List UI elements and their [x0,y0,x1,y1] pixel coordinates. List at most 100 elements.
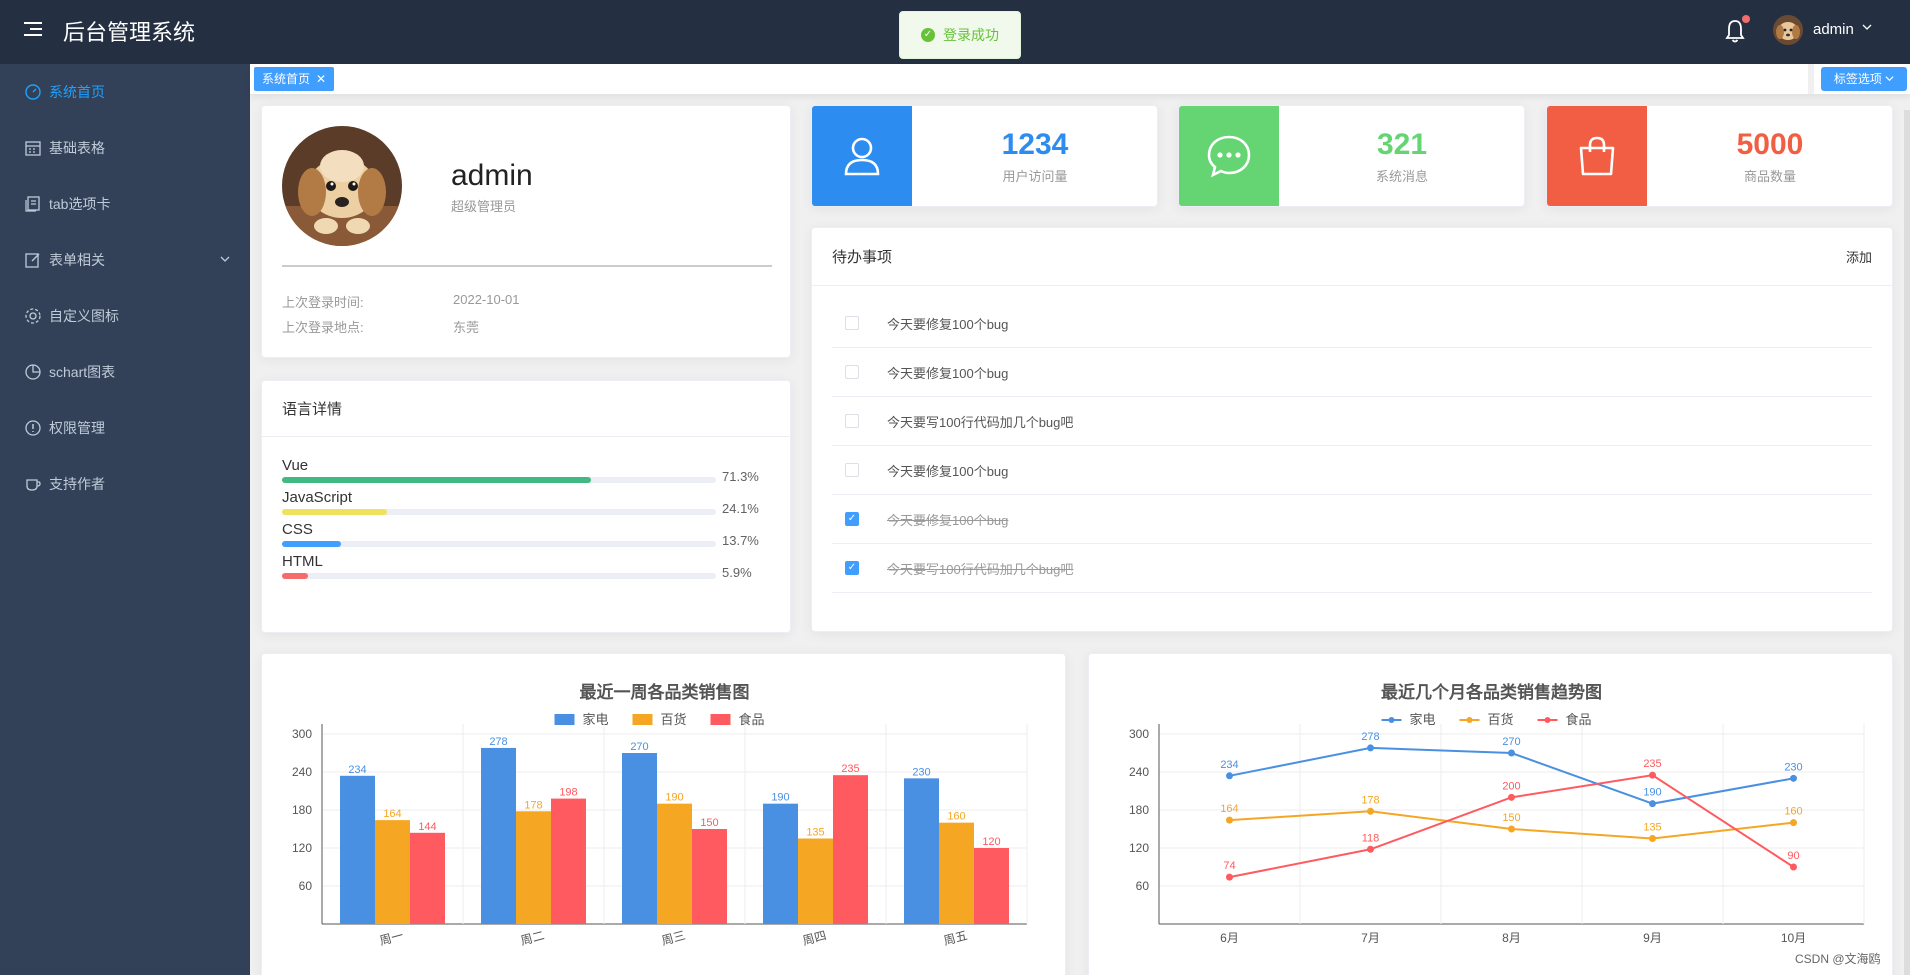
stat-card-messages: 321 系统消息 [1178,105,1525,207]
close-icon[interactable]: ✕ [316,67,326,91]
bar-data-label: 190 [771,792,789,804]
todo-item: 今天要修复100个bug [832,446,1872,495]
sidebar-item-1[interactable]: 基础表格 [0,120,250,176]
sidebar-item-2[interactable]: tab选项卡 [0,176,250,232]
legend-swatch [632,714,653,725]
todo-checkbox[interactable]: ✓ [845,512,859,526]
todo-title: 今天要修复100个bug [887,365,1009,381]
tab-options-label: 标签选项 [1833,72,1882,86]
legend-marker [1466,717,1473,723]
progress-fill [282,573,308,579]
line-data-label: 118 [1362,832,1380,844]
todo-checkbox[interactable] [845,463,859,477]
bar-食品-周四 [833,775,868,924]
card-header: 待办事项 添加 [812,228,1892,286]
last-login-time-label: 上次登录时间: [282,295,364,310]
todo-item: 今天要写100行代码加几个bug吧 [832,397,1872,446]
bar-百货-周一 [375,820,410,924]
bar-data-label: 120 [982,836,1000,848]
bar-百货-周四 [798,838,833,924]
legend-label: 家电 [583,712,609,727]
line-point [1226,873,1233,881]
bar-食品-周三 [692,829,727,924]
y-tick-label: 60 [299,879,313,893]
line-point [1649,835,1656,842]
bar-data-label: 164 [383,808,401,820]
sidebar-menu: 系统首页 基础表格 tab选项卡 表单相关自定义图标 schart图表 权限管理 支持作者 [0,64,250,975]
line-point [1649,800,1656,808]
x-tick-label: 周一 [378,928,405,948]
progress-fill [282,477,592,483]
chart-title: 最近一周各品类销售图 [580,682,750,702]
line-data-label: 74 [1223,860,1235,872]
tab-options-button[interactable]: 标签选项 [1821,67,1907,91]
calendar-icon [24,139,42,157]
tab-home[interactable]: 系统首页 ✕ [254,67,335,91]
bar-百货-周五 [939,822,974,924]
line-data-label: 90 [1787,850,1799,862]
line-point [1367,845,1374,853]
chevron-down-icon[interactable] [1862,22,1872,35]
sidebar-item-5[interactable]: schart图表 [0,344,250,400]
todo-title: 今天要修复100个bug [887,463,1009,479]
line-data-label: 235 [1643,758,1661,770]
language-name: JavaScript [282,489,353,506]
y-tick-label: 120 [1129,841,1149,855]
profile-role: 超级管理员 [451,199,517,214]
language-name: HTML [282,553,323,570]
todo-checkbox[interactable] [845,365,859,379]
line-point [1790,819,1797,827]
language-name: CSS [282,521,313,538]
line-data-label: 160 [1784,806,1802,818]
username-label[interactable]: admin [1813,21,1854,38]
sidebar-item-3[interactable]: 表单相关 [0,232,250,288]
todo-checkbox[interactable]: ✓ [845,561,859,575]
y-tick-label: 300 [1129,727,1149,741]
setting-icon [24,307,42,325]
bar-百货-周二 [516,811,551,924]
card-title: 待办事项 [832,249,893,266]
stat-value: 5000 [1736,128,1804,161]
bar-data-label: 135 [806,827,824,839]
todo-item: ✓ 今天要修复100个bug [832,495,1872,544]
card-title: 语言详情 [282,401,343,418]
line-data-label: 135 [1643,822,1661,834]
legend-swatch [710,714,731,725]
legend-marker [1544,717,1551,723]
x-tick-label: 9月 [1643,931,1662,945]
line-point [1508,825,1515,833]
legend-label: 家电 [1410,712,1436,727]
sidebar-item-6[interactable]: 权限管理 [0,400,250,456]
toast-message: 登录成功 [943,27,999,43]
stat-label: 用户访问量 [1002,169,1068,184]
goods-icon [1547,106,1647,206]
chart-title: 最近几个月各品类销售趋势图 [1381,682,1602,702]
sidebar-item-4[interactable]: 自定义图标 [0,288,250,344]
chevron-down-icon [1885,76,1894,82]
todo-checkbox[interactable] [845,316,859,330]
avatar[interactable] [1773,15,1803,45]
sidebar-item-label: 自定义图标 [49,308,119,324]
y-tick-label: 240 [1129,765,1149,779]
card-header: 语言详情 [262,381,790,437]
sidebar-item-7[interactable]: 支持作者 [0,456,250,512]
collapse-menu-icon[interactable] [24,22,42,38]
todo-checkbox[interactable] [845,414,859,428]
language-details-card: 语言详情 Vue 71.3% JavaScript 24.1% CSS 13.7% HTML… [261,380,791,633]
page-scrollbar[interactable] [1904,110,1910,975]
sidebar-item-0[interactable]: 系统首页 [0,64,250,120]
language-row: HTML 5.9% [282,553,762,580]
y-tick-label: 180 [292,803,312,817]
line-data-label: 278 [1361,731,1379,743]
bar-data-label: 190 [665,792,683,804]
x-tick-label: 10月 [1781,931,1806,945]
line-data-label: 230 [1784,761,1802,773]
todo-item: 今天要修复100个bug [832,299,1872,348]
legend-label: 食品 [1566,712,1592,727]
add-todo-button[interactable]: 添加 [1846,247,1872,266]
edit-icon [24,251,42,269]
progress-fill [282,541,342,547]
language-row: Vue 71.3% [282,457,762,484]
legend-label: 百货 [1488,712,1514,727]
tabs-divider [1808,64,1814,94]
